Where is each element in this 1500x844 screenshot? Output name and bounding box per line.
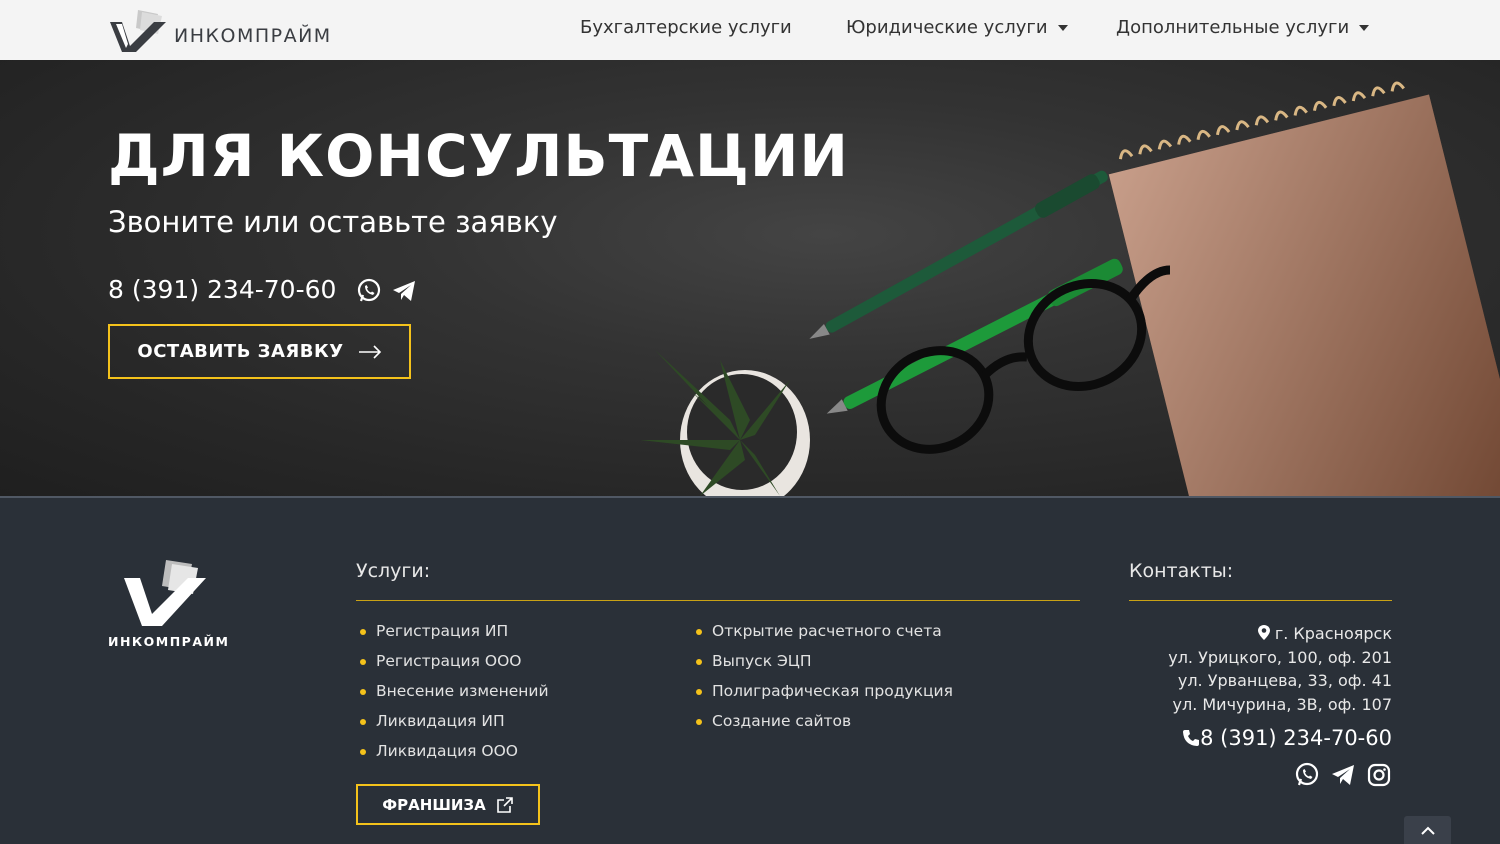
site-header: ИНКОМПРАЙМ Бухгалтерские услуги Юридичес… bbox=[0, 0, 1500, 60]
request-button-label: ОСТАВИТЬ ЗАЯВКУ bbox=[137, 341, 344, 362]
nav-accounting-services[interactable]: Бухгалтерские услуги bbox=[580, 17, 792, 38]
nav-additional-services[interactable]: Дополнительные услуги bbox=[1116, 17, 1370, 38]
service-link[interactable]: Выпуск ЭЦП bbox=[692, 650, 953, 680]
site-logo[interactable]: ИНКОМПРАЙМ bbox=[108, 6, 348, 56]
social-links bbox=[1168, 762, 1392, 788]
nav-label: Бухгалтерские услуги bbox=[580, 17, 792, 38]
service-link[interactable]: Ликвидация ИП bbox=[356, 710, 549, 740]
contact-phone[interactable]: 8 (391) 234-70-60 bbox=[1168, 726, 1392, 750]
services-heading: Услуги: bbox=[356, 560, 431, 582]
contacts-block: г. Красноярск ул. Урицкого, 100, оф. 201… bbox=[1168, 622, 1392, 788]
whatsapp-icon[interactable] bbox=[1294, 762, 1320, 788]
footer-logo-text: ИНКОМПРАЙМ bbox=[108, 634, 230, 649]
nav-label: Юридические услуги bbox=[846, 17, 1048, 38]
service-link[interactable]: Регистрация ИП bbox=[356, 620, 549, 650]
map-pin-icon bbox=[1257, 625, 1270, 640]
contact-city-line: г. Красноярск bbox=[1168, 622, 1392, 646]
contact-phone-number: 8 (391) 234-70-60 bbox=[1200, 726, 1392, 750]
hero-banner: ДЛЯ КОНСУЛЬТАЦИИ Звоните или оставьте за… bbox=[0, 60, 1500, 496]
logo-text: ИНКОМПРАЙМ bbox=[174, 25, 332, 47]
hero-subtitle: Звоните или оставьте заявку bbox=[108, 205, 558, 239]
services-list-col1: Регистрация ИП Регистрация ООО Внесение … bbox=[356, 620, 549, 770]
site-footer: ИНКОМПРАЙМ Услуги: Регистрация ИП Регист… bbox=[0, 496, 1500, 844]
phone-icon bbox=[1183, 730, 1200, 746]
caret-down-icon bbox=[1359, 25, 1370, 31]
hero-title: ДЛЯ КОНСУЛЬТАЦИИ bbox=[108, 122, 849, 190]
service-link[interactable]: Регистрация ООО bbox=[356, 650, 549, 680]
external-link-icon bbox=[496, 796, 513, 813]
contact-address: ул. Урванцева, 33, оф. 41 bbox=[1177, 671, 1392, 690]
chevron-up-icon bbox=[1420, 826, 1435, 835]
instagram-icon[interactable] bbox=[1366, 762, 1392, 788]
service-link[interactable]: Внесение изменений bbox=[356, 680, 549, 710]
nav-legal-services[interactable]: Юридические услуги bbox=[846, 17, 1068, 38]
telegram-icon[interactable] bbox=[1330, 762, 1356, 788]
service-link[interactable]: Ликвидация ООО bbox=[356, 740, 549, 770]
logo-mark-icon bbox=[110, 10, 166, 52]
caret-down-icon bbox=[1057, 25, 1068, 31]
contact-address: ул. Урицкого, 100, оф. 201 bbox=[1168, 647, 1392, 667]
request-button[interactable]: ОСТАВИТЬ ЗАЯВКУ bbox=[108, 324, 411, 379]
contact-city: г. Красноярск bbox=[1274, 624, 1392, 643]
whatsapp-icon[interactable] bbox=[356, 278, 382, 304]
hero-phone[interactable]: 8 (391) 234-70-60 bbox=[108, 275, 336, 304]
scroll-to-top-button[interactable] bbox=[1404, 816, 1451, 844]
franchise-button[interactable]: ФРАНШИЗА bbox=[356, 784, 540, 825]
footer-logo[interactable]: ИНКОМПРАЙМ bbox=[108, 558, 228, 654]
service-link[interactable]: Полиграфическая продукция bbox=[692, 680, 953, 710]
arrow-right-icon bbox=[358, 344, 381, 359]
service-link[interactable]: Открытие расчетного счета bbox=[692, 620, 953, 650]
franchise-label: ФРАНШИЗА bbox=[382, 795, 486, 814]
services-list-col2: Открытие расчетного счета Выпуск ЭЦП Пол… bbox=[692, 620, 953, 740]
logo-mark-icon bbox=[124, 560, 206, 626]
contacts-heading: Контакты: bbox=[1129, 560, 1234, 582]
contact-address: ул. Мичурина, 3В, оф. 107 bbox=[1172, 694, 1393, 714]
service-link[interactable]: Создание сайтов bbox=[692, 710, 953, 740]
contacts-divider bbox=[1129, 600, 1392, 601]
telegram-icon[interactable] bbox=[391, 278, 417, 304]
nav-label: Дополнительные услуги bbox=[1116, 17, 1350, 38]
services-divider bbox=[356, 600, 1080, 601]
